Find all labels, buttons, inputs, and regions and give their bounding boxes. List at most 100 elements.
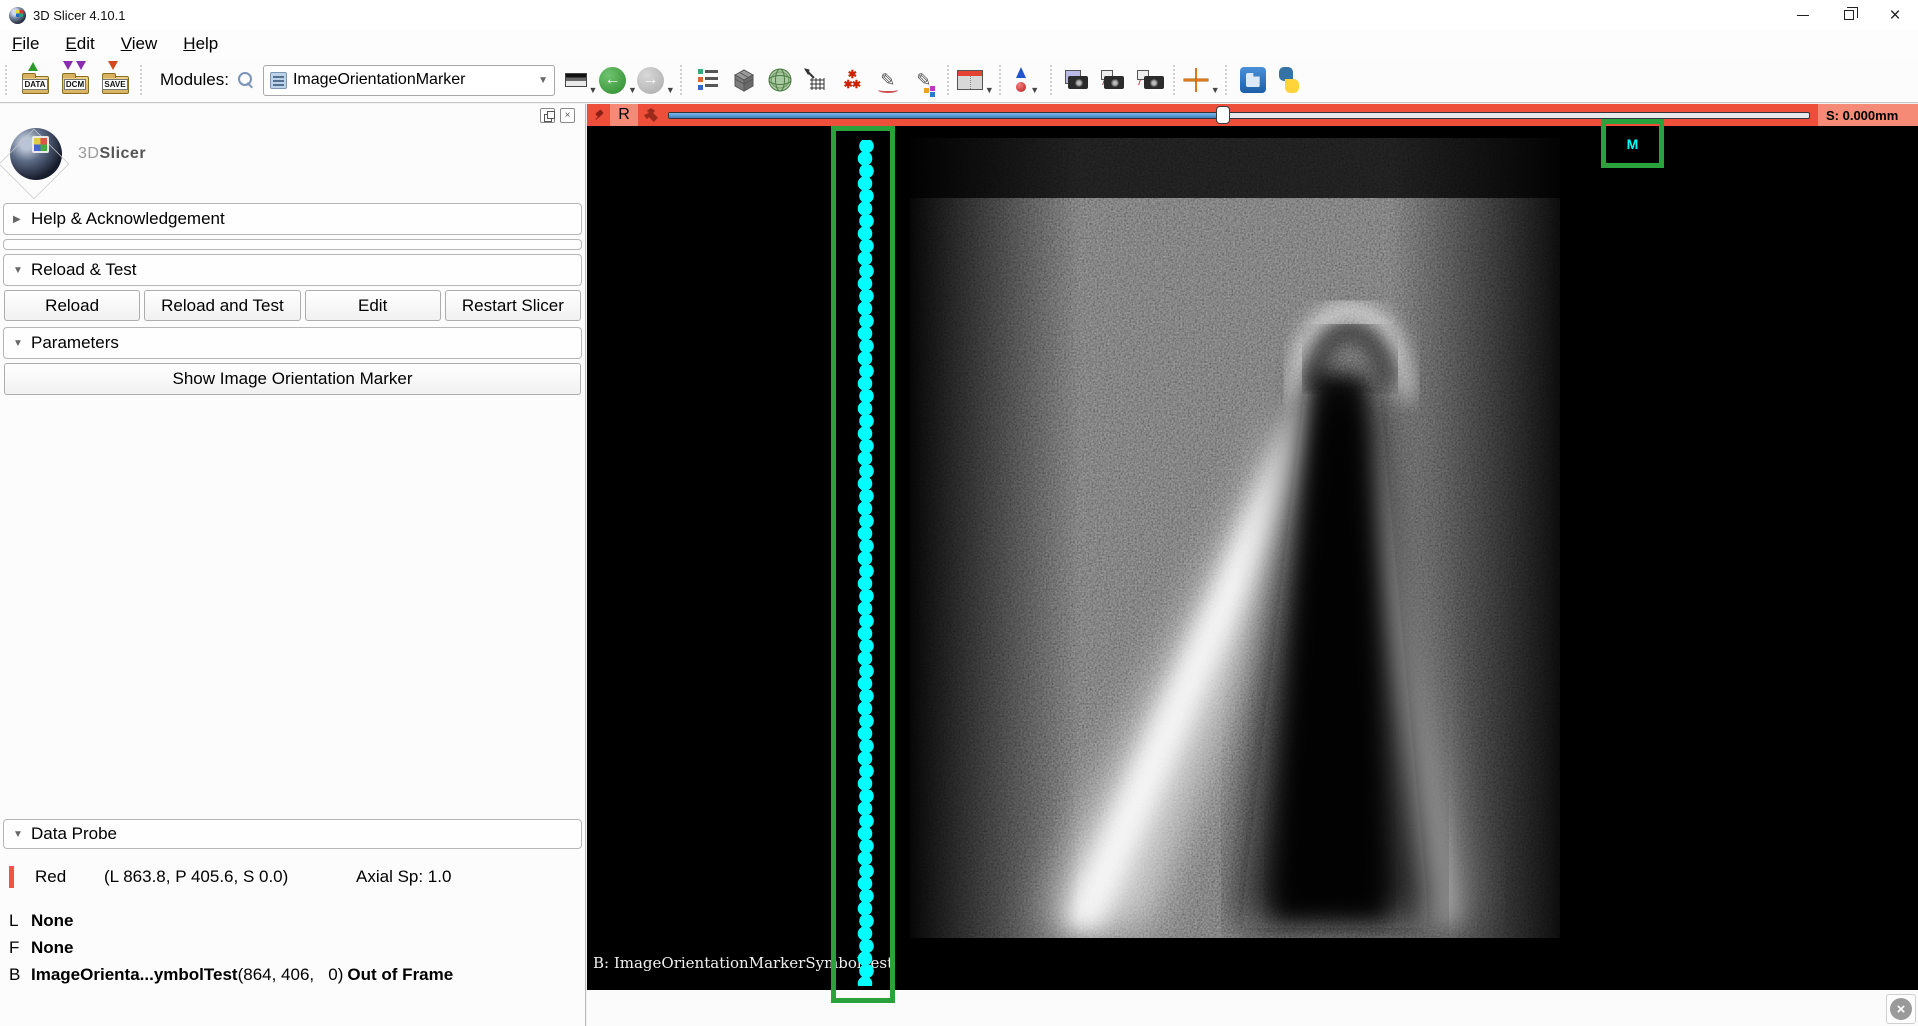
menu-edit[interactable]: Edit <box>65 34 94 54</box>
menu-help[interactable]: Help <box>183 34 218 54</box>
chevron-down-icon: ▼ <box>13 338 31 349</box>
red-slice-layout-icon <box>957 70 983 90</box>
restart-slicer-button[interactable]: Restart Slicer <box>445 290 581 321</box>
slice-pin-icon[interactable] <box>594 109 606 121</box>
module-selector-combobox[interactable]: ImageOrientationMarker ▼ <box>263 65 555 96</box>
scene-view-capture-button[interactable] <box>1096 61 1132 99</box>
toolbar-grip[interactable] <box>1225 65 1230 95</box>
dicom-folder-icon: DCM <box>62 76 89 94</box>
module-history-button[interactable]: ▼ <box>563 61 599 99</box>
history-forward-icon: → <box>637 67 664 94</box>
layout-selector-button[interactable]: ▼ <box>957 61 994 99</box>
show-module-data-button[interactable] <box>690 61 726 99</box>
slice-offset-button[interactable]: ▼ <box>1009 61 1045 99</box>
chevron-down-icon: ▼ <box>13 265 31 276</box>
module-back-button[interactable]: ←▼ <box>599 61 637 99</box>
toolbar-grip[interactable] <box>1050 65 1055 95</box>
python-console-button[interactable] <box>1271 61 1307 99</box>
reload-button[interactable]: Reload <box>4 290 140 321</box>
chevron-down-icon: ▼ <box>666 85 675 95</box>
label-layer-row: L None <box>9 907 585 934</box>
panel-float-button[interactable] <box>540 108 555 123</box>
red-slice-viewport[interactable]: B: ImageOrientationMarkerSymbolTest <box>587 126 1918 990</box>
toolbar-grip[interactable] <box>999 65 1004 95</box>
save-folder-icon: SAVE <box>102 76 129 94</box>
slice-menu-pushpin-icon[interactable] <box>644 108 658 122</box>
chevron-right-icon: ▶ <box>13 214 31 225</box>
minimize-button[interactable] <box>1780 0 1826 30</box>
module-history-icon <box>565 73 587 87</box>
toolbar-grip[interactable] <box>680 65 685 95</box>
module-forward-button[interactable]: →▼ <box>637 61 675 99</box>
toolbar-grip[interactable] <box>140 65 145 95</box>
models-module-button[interactable] <box>762 61 798 99</box>
edit-button[interactable]: Edit <box>305 290 441 321</box>
slicer-logo-text: 3DSlicer <box>78 145 146 163</box>
menu-file[interactable]: File <box>12 34 39 54</box>
toolbar-grip[interactable] <box>1173 65 1178 95</box>
collapsed-spacer-box <box>3 239 582 250</box>
save-data-button[interactable]: SAVE <box>95 61 135 99</box>
module-panel-body: ▶Help & Acknowledgement ▼Reload & Test R… <box>0 200 585 398</box>
chevron-down-icon: ▼ <box>985 85 994 95</box>
slicer-app-icon <box>9 7 26 24</box>
show-image-orientation-marker-button[interactable]: Show Image Orientation Marker <box>4 363 581 395</box>
background-layer-value: ImageOrienta...ymbolTest <box>31 965 238 985</box>
data-folder-icon: DATA <box>22 76 49 94</box>
transforms-module-button[interactable] <box>798 61 834 99</box>
scene-view-restore-button[interactable] <box>1132 61 1168 99</box>
slicer-logo-row: 3DSlicer <box>10 128 146 180</box>
chevron-down-icon: ▼ <box>13 829 31 840</box>
volumes-module-button[interactable] <box>726 61 762 99</box>
screenshot-camera-icon <box>1065 70 1091 90</box>
reload-and-test-button[interactable]: Reload and Test <box>144 290 300 321</box>
module-selector-value: ImageOrientationMarker <box>293 71 534 89</box>
module-search-icon[interactable] <box>237 71 255 89</box>
module-panel: × 3DSlicer ▶Help & Acknowledgement ▼Relo… <box>0 104 586 1026</box>
help-section-title: Help & Acknowledgement <box>31 209 225 229</box>
help-acknowledgement-section[interactable]: ▶Help & Acknowledgement <box>3 203 582 235</box>
reload-test-section[interactable]: ▼Reload & Test <box>3 254 582 286</box>
parameters-section-title: Parameters <box>31 333 119 353</box>
extensions-manager-icon <box>1240 67 1266 93</box>
data-probe-header[interactable]: ▼Data Probe <box>3 819 582 849</box>
menu-view[interactable]: View <box>121 34 158 54</box>
load-dicom-button[interactable]: DCM <box>55 61 95 99</box>
error-log-close-button[interactable]: × <box>1886 994 1916 1024</box>
slice-name: Red <box>35 867 104 887</box>
chevron-down-icon: ▼ <box>628 85 637 95</box>
close-icon: × <box>1889 6 1900 25</box>
background-layer-letter: B <box>9 965 31 985</box>
toolbar-grip[interactable] <box>947 65 952 95</box>
panel-close-button[interactable]: × <box>560 108 575 123</box>
slice-orientation-label[interactable]: R <box>610 104 638 126</box>
chevron-down-icon: ▼ <box>1030 85 1039 95</box>
dicom-arrow2-icon <box>76 61 86 70</box>
crosshair-button[interactable]: ▼ <box>1183 61 1220 99</box>
volumes-cube-icon <box>730 66 758 94</box>
label-layer-value: None <box>31 911 74 931</box>
scene-restore-camera-icon <box>1137 70 1163 90</box>
extensions-manager-button[interactable] <box>1235 61 1271 99</box>
slider-handle[interactable] <box>1216 106 1230 124</box>
markups-module-button[interactable]: ✱✱✱ <box>834 61 870 99</box>
history-back-icon: ← <box>599 67 626 94</box>
restore-button[interactable] <box>1826 0 1872 30</box>
data-probe-section: ▼Data Probe Red (L 863.8, P 405.6, S 0.0… <box>0 816 585 988</box>
save-arrow-icon <box>108 61 118 70</box>
toolbar-grip[interactable] <box>5 65 10 95</box>
markups-fiducial-icon: ✱✱✱ <box>839 70 865 90</box>
scripted-module-icon <box>270 72 287 89</box>
chevron-down-icon: ▼ <box>538 75 548 86</box>
close-button[interactable]: × <box>1872 0 1918 30</box>
chevron-down-icon: ▼ <box>589 85 598 95</box>
load-data-button[interactable]: DATA <box>15 61 55 99</box>
parameters-section[interactable]: ▼Parameters <box>3 327 582 359</box>
status-bar <box>587 990 1918 1026</box>
label-layer-letter: L <box>9 911 31 931</box>
segment-editor-button[interactable]: ✎ <box>906 61 942 99</box>
slice-axial-spacing: Axial Sp: 1.0 <box>356 867 451 887</box>
annotations-module-button[interactable]: ✎ <box>870 61 906 99</box>
screenshot-button[interactable] <box>1060 61 1096 99</box>
main-toolbar: DATA DCM SAVE Modules: ImageOrientationM… <box>0 58 1918 103</box>
